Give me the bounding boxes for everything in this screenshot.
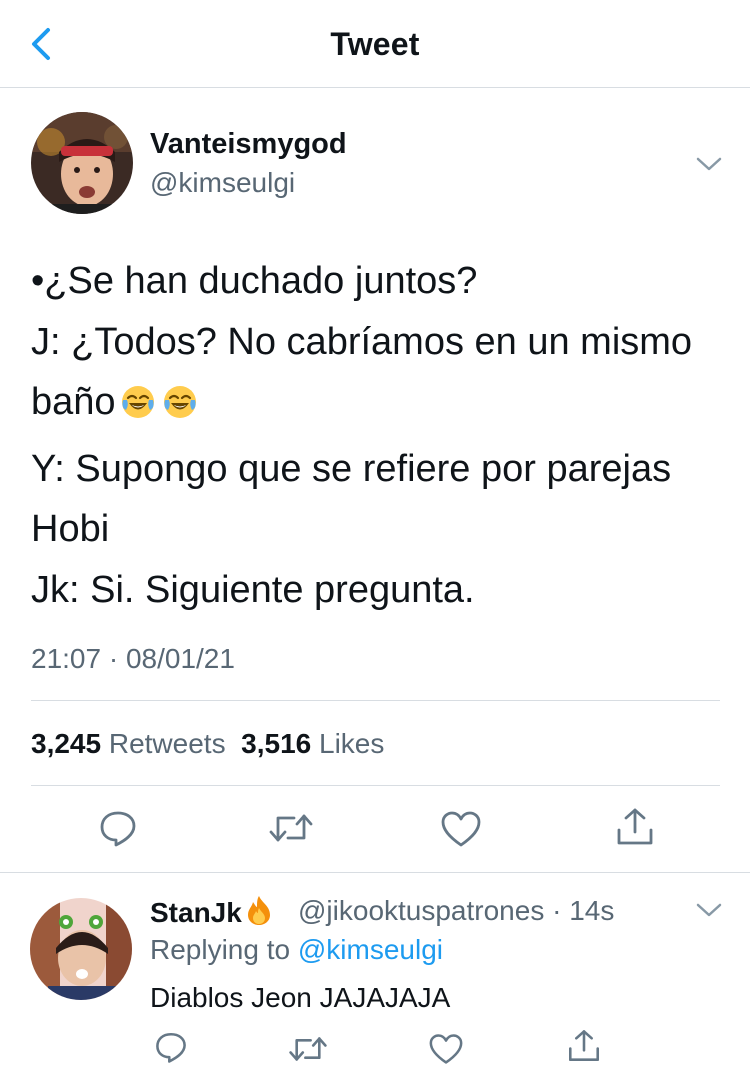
heart-icon [441,811,481,847]
reply-author-avatar[interactable] [30,898,132,1000]
reply-author-name-text: StanJk [150,897,242,928]
reply-text: Diablos Jeon JAJAJAJA [150,982,451,1013]
tears-of-joy-emoji-icon [121,386,154,418]
tweet-line-text: baño [31,381,116,423]
heart-icon [429,1034,463,1064]
reply-button[interactable] [98,808,138,853]
reply-share-button[interactable] [566,1028,602,1069]
comment-icon [156,1032,186,1063]
author-handle[interactable]: @kimseulgi [150,167,295,199]
tweet-line: J: ¿Todos? No cabríamos en un mismo [31,320,693,363]
top-bar: Tweet [0,0,750,88]
author-avatar[interactable] [31,112,133,214]
replying-to-label: Replying to [150,934,291,965]
reply-author-handle[interactable]: @jikooktuspatrones [298,895,544,926]
author-display-name[interactable]: Vanteismygod [150,128,347,161]
share-icon [569,1030,599,1061]
tweet-text: •¿Se han duchado juntos? J: ¿Todos? No c… [31,251,731,620]
chevron-down-icon [696,157,722,171]
reply-menu-button[interactable] [694,900,724,920]
section-divider [0,872,750,873]
reply-time: 14s [569,895,615,926]
divider [31,785,720,786]
reply-meta: @jikooktuspatrones · 14s [298,895,615,926]
chevron-down-icon [696,903,722,917]
retweets-label: Retweets [108,728,226,759]
retweet-icon [269,814,313,842]
retweet-icon [289,1037,327,1061]
tweet-timestamp: 21:07 · 08/01/21 [31,643,235,674]
replying-to: Replying to @kimseulgi [150,934,443,966]
share-icon [617,808,653,845]
tears-of-joy-emoji-icon [163,386,196,418]
reply-reply-button[interactable] [154,1030,188,1069]
retweets-stat[interactable]: 3,245 Retweets [31,728,226,759]
page-title: Tweet [330,26,420,62]
retweets-count: 3,245 [31,728,102,759]
tweet-menu-button[interactable] [694,154,724,174]
tweet-line: •¿Se han duchado juntos? [31,260,478,302]
tweet-line-with-emoji: baño [31,372,731,439]
tweet-line: Hobi [31,508,110,550]
share-button[interactable] [614,806,656,853]
tweet-line: Jk: Si. Siguiente pregunta. [31,568,475,611]
fire-emoji-icon [247,896,270,925]
reply-author-display-name[interactable]: StanJk [150,894,274,929]
like-button[interactable] [440,810,482,853]
retweet-button[interactable] [268,810,314,851]
comment-icon [100,811,136,847]
reply-like-button[interactable] [428,1033,464,1070]
likes-count: 3,516 [241,728,312,759]
emoji-pair [120,378,204,439]
tweet-line: Y: Supongo que se refiere por parejas [31,447,672,490]
likes-label: Likes [319,728,385,759]
tweet-stats: 3,245 Retweets 3,516 Likes [31,728,384,760]
likes-stat[interactable]: 3,516 Likes [241,728,384,759]
reply-retweet-button[interactable] [288,1033,328,1070]
replying-to-handle[interactable]: @kimseulgi [298,934,443,965]
divider [31,700,720,701]
